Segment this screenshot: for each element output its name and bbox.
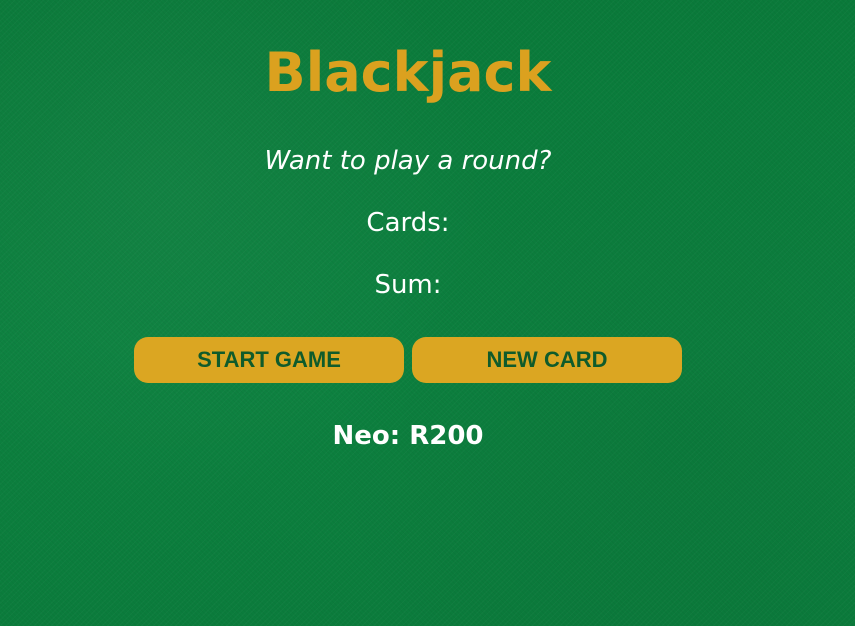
game-title: Blackjack [264, 41, 552, 104]
sum-row: Sum: [0, 267, 816, 303]
cards-row: Cards: [0, 205, 816, 241]
player-name: Neo [332, 421, 390, 451]
player-chips: R200 [409, 421, 484, 451]
player-info: Neo: R200 [332, 421, 484, 451]
start-game-button[interactable]: START GAME [134, 337, 404, 383]
cards-label: Cards: [366, 208, 450, 238]
new-card-button[interactable]: NEW CARD [412, 337, 682, 383]
message-text: Want to play a round? [264, 146, 552, 176]
sum-label: Sum: [374, 270, 442, 300]
